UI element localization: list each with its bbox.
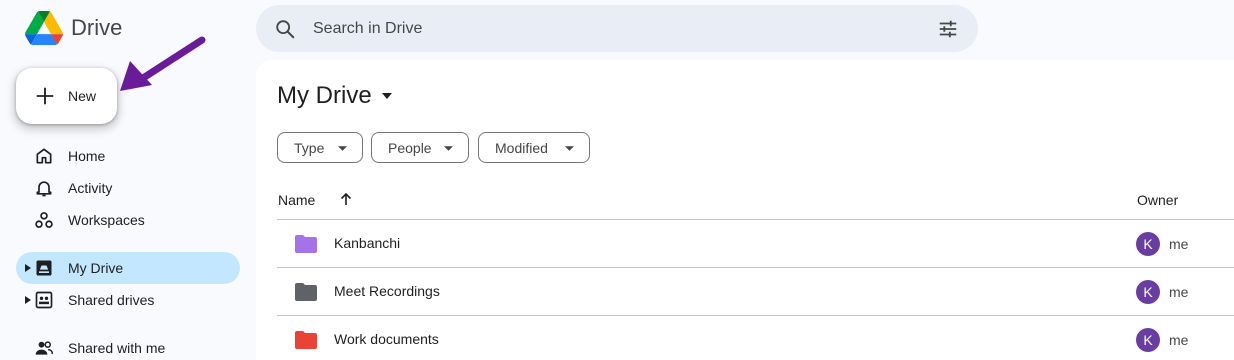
- file-row[interactable]: Work documents K me: [277, 315, 1234, 360]
- file-row[interactable]: Kanbanchi K me: [277, 219, 1234, 267]
- sidebar-item-shared-drives[interactable]: Shared drives: [16, 284, 240, 316]
- shared-drives-icon: [35, 291, 53, 309]
- bell-icon: [36, 181, 52, 197]
- folder-icon: [295, 283, 317, 301]
- my-drive-icon: [36, 260, 52, 276]
- main-content: My Drive Type People Modified Name Owner…: [256, 60, 1234, 360]
- search-options-icon[interactable]: [937, 18, 959, 40]
- expand-caret-icon[interactable]: [25, 264, 31, 272]
- caret-down-icon: [338, 146, 347, 151]
- sidebar-item-label: Shared with me: [68, 340, 166, 356]
- owner-avatar: K: [1136, 232, 1160, 256]
- sort-ascending-icon[interactable]: [338, 191, 354, 207]
- app-name: Drive: [71, 15, 123, 40]
- filter-chip-label: Type: [294, 139, 325, 156]
- drive-logo[interactable]: Drive: [25, 10, 122, 46]
- sidebar-item-label: My Drive: [68, 260, 124, 276]
- page-title-text: My Drive: [277, 82, 372, 109]
- sidebar-item-label: Home: [68, 148, 106, 164]
- sidebar-item-label: Activity: [68, 180, 113, 196]
- folder-icon: [295, 235, 317, 253]
- home-icon: [36, 148, 52, 164]
- caret-down-icon: [565, 146, 574, 151]
- filter-type-chip[interactable]: Type: [277, 132, 363, 163]
- owner-name: me: [1169, 236, 1189, 252]
- column-header-owner[interactable]: Owner: [1137, 192, 1178, 208]
- filter-chip-label: People: [388, 139, 432, 156]
- annotation-arrow: [120, 36, 206, 91]
- caret-down-icon: [444, 146, 453, 151]
- sidebar-item-label: Shared drives: [68, 292, 155, 308]
- file-name: Meet Recordings: [334, 283, 440, 299]
- sidebar-item-shared-with-me[interactable]: Shared with me: [16, 332, 240, 360]
- search-input[interactable]: [313, 17, 913, 41]
- sidebar-item-workspaces[interactable]: Workspaces: [16, 204, 240, 236]
- owner-avatar: K: [1136, 280, 1160, 304]
- folder-icon: [295, 331, 317, 349]
- filter-chip-label: Modified: [495, 139, 548, 156]
- sidebar-item-label: Workspaces: [68, 212, 145, 228]
- owner-avatar: K: [1136, 328, 1160, 352]
- expand-caret-icon[interactable]: [25, 296, 31, 304]
- search-bar[interactable]: [256, 5, 978, 52]
- owner-name: me: [1169, 332, 1189, 348]
- filter-modified-chip[interactable]: Modified: [478, 132, 590, 163]
- drive-logo-icon: [25, 11, 63, 45]
- workspaces-icon: [35, 212, 53, 228]
- sidebar-item-my-drive[interactable]: My Drive: [16, 252, 240, 284]
- caret-down-icon: [381, 93, 392, 99]
- owner-name: me: [1169, 284, 1189, 300]
- file-row[interactable]: Meet Recordings K me: [277, 267, 1234, 315]
- sidebar-item-home[interactable]: Home: [16, 140, 240, 172]
- filter-people-chip[interactable]: People: [371, 132, 469, 163]
- new-button[interactable]: New: [16, 68, 117, 124]
- column-header-name[interactable]: Name: [278, 192, 315, 208]
- plus-icon: [36, 87, 54, 105]
- page-title[interactable]: My Drive: [277, 82, 392, 110]
- sidebar-item-activity[interactable]: Activity: [16, 172, 240, 204]
- new-button-label: New: [68, 88, 97, 104]
- search-icon[interactable]: [274, 18, 296, 40]
- file-name: Kanbanchi: [334, 235, 401, 251]
- file-name: Work documents: [334, 331, 439, 347]
- people-icon: [35, 341, 54, 355]
